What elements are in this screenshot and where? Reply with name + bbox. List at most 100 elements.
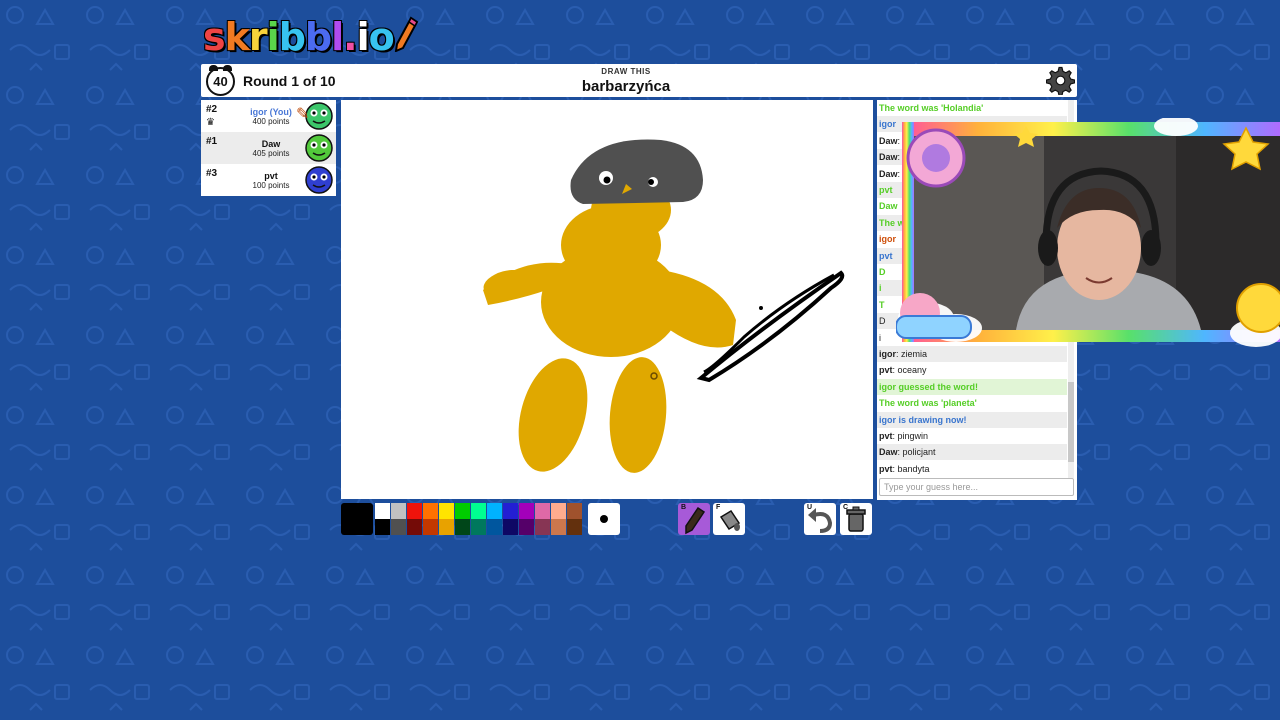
chat-text: The word was 'Holandia' (879, 103, 984, 113)
color-palette (375, 503, 585, 535)
chat-text: igor guessed the word! (879, 381, 979, 392)
color-swatch[interactable] (471, 519, 486, 535)
player-points: 405 points (252, 149, 290, 158)
guess-input[interactable] (879, 478, 1074, 496)
logo-letter: k (224, 15, 250, 59)
logo-text: skribbl.io (203, 15, 395, 59)
color-swatch[interactable] (503, 519, 518, 535)
clock-ear-left (209, 65, 218, 71)
player-row[interactable]: #1 Daw 405 points (201, 132, 336, 164)
chat-author: igor (879, 349, 896, 359)
color-swatch[interactable] (519, 503, 534, 519)
logo-letter: o (368, 15, 395, 59)
chat-message: igor guessed the word! (877, 378, 1067, 395)
brush-key-hint: B (681, 504, 687, 511)
drawing-pencil-icon: ✎ (296, 106, 310, 123)
player-points: 100 points (252, 181, 290, 190)
chat-text: pvt (879, 250, 893, 261)
brush-tool-button[interactable]: B (678, 503, 710, 535)
logo-letter: s (203, 15, 226, 59)
player-name: Daw (261, 139, 281, 149)
host-crown-icon: ♛ (206, 117, 215, 128)
chat-message: pvt: bandyta (877, 460, 1067, 477)
chat-text: oceany (897, 365, 927, 376)
logo-pencil-icon (394, 16, 419, 52)
fill-tool-button[interactable]: F (713, 503, 745, 535)
chat-author: Daw (879, 168, 898, 179)
color-swatch[interactable] (455, 519, 470, 535)
color-swatch[interactable] (551, 519, 566, 535)
color-swatch[interactable] (455, 503, 470, 519)
chat-author: pvt (879, 463, 893, 474)
chat-message: pvt: pingwin (877, 428, 1067, 444)
chat-message: igor is drawing now! (877, 411, 1067, 428)
chat-author: Daw (879, 135, 898, 146)
current-word: barbarzyńca (581, 78, 671, 95)
color-swatch[interactable] (375, 503, 390, 519)
round-indicator: Round 1 of 10 (243, 73, 336, 89)
color-swatch[interactable] (391, 503, 406, 519)
chat-message: The word was 'Holandia' (877, 100, 1067, 116)
player-avatar (305, 134, 333, 162)
chat-text: igor is drawing now! (879, 414, 967, 425)
color-swatch[interactable] (439, 519, 454, 535)
timer-clock: 40 (206, 65, 235, 96)
chat-text: igor (879, 234, 896, 245)
color-swatch[interactable] (487, 519, 502, 535)
clear-button[interactable]: C (840, 503, 872, 535)
brush-size-button[interactable] (588, 503, 620, 535)
chat-text: The word was 'planeta' (879, 398, 977, 409)
player-rank: #1 (206, 136, 218, 147)
undo-button[interactable]: U (804, 503, 836, 535)
streamer-webcam-overlay (895, 116, 1280, 350)
chat-text: D (879, 267, 886, 277)
chat-text: pvt (879, 185, 893, 195)
color-swatch[interactable] (391, 519, 406, 535)
logo-letter: . (343, 15, 357, 59)
player-row[interactable]: #2 igor (You) 400 points ♛ ✎ (201, 100, 336, 132)
undo-key-hint: U (807, 504, 813, 511)
color-swatch[interactable] (535, 503, 550, 519)
clear-key-hint: C (843, 504, 849, 511)
color-swatch[interactable] (423, 519, 438, 535)
color-swatch[interactable] (471, 503, 486, 519)
color-swatch[interactable] (439, 503, 454, 519)
color-swatch[interactable] (567, 519, 582, 535)
chat-message: pvt: oceany (877, 362, 1067, 379)
player-name: pvt (264, 171, 278, 181)
fill-key-hint: F (716, 504, 721, 511)
chat-author: Daw (879, 447, 898, 458)
chat-text: bandyta (897, 463, 930, 474)
color-swatch[interactable] (375, 519, 390, 535)
drawing-canvas[interactable] (341, 100, 873, 499)
chat-author: Daw (879, 152, 898, 163)
logo-letter: b (278, 15, 306, 59)
chat-scrollbar-thumb[interactable] (1068, 382, 1074, 462)
color-swatch[interactable] (519, 519, 534, 535)
chat-text: ziemia (901, 349, 928, 359)
settings-gear-icon[interactable] (1046, 66, 1075, 95)
player-row[interactable]: #3 pvt 100 points (201, 164, 336, 196)
color-swatch[interactable] (407, 519, 422, 535)
selected-color-swatch[interactable] (341, 503, 373, 535)
timer-value: 40 (213, 74, 228, 89)
color-swatch[interactable] (551, 503, 566, 519)
logo-letter: l (331, 15, 344, 59)
color-swatch[interactable] (503, 503, 518, 519)
chat-text: i (879, 283, 882, 294)
color-swatch[interactable] (487, 503, 502, 519)
color-swatch[interactable] (535, 519, 550, 535)
logo-letter: i (266, 15, 280, 59)
logo-letter: r (248, 15, 268, 59)
player-rank: #3 (206, 168, 218, 179)
chat-text: igor (879, 119, 896, 130)
color-swatch[interactable] (423, 503, 438, 519)
chat-author: pvt (879, 365, 893, 376)
color-swatch[interactable] (567, 503, 582, 519)
chat-text: i (879, 332, 881, 343)
color-swatch[interactable] (407, 503, 422, 519)
drawing-penguin-barbarian (483, 139, 845, 473)
chat-message: The word was 'planeta' (877, 395, 1067, 412)
chat-author: pvt (879, 431, 893, 441)
brush-size-dot-icon (600, 515, 608, 523)
